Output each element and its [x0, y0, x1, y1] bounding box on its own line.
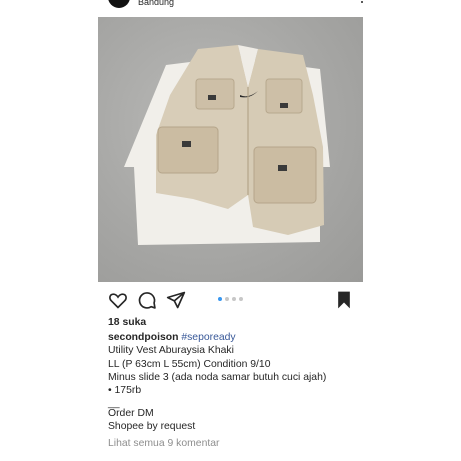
caption-line: • 175rb: [108, 385, 142, 397]
post-caption: 18 suka secondpoison #sepoready Utility …: [108, 316, 408, 450]
caption-line: Order DM: [108, 408, 154, 420]
vest-photo-illustration: [124, 45, 330, 245]
carousel-dot: [239, 297, 243, 301]
bookmark-icon[interactable]: [334, 290, 354, 310]
comment-icon[interactable]: [137, 290, 157, 310]
post-header: Bandung: [98, 0, 368, 14]
caption-line: Shopee by request: [108, 421, 196, 433]
carousel-dot: [225, 297, 229, 301]
carousel-dot: [232, 297, 236, 301]
caption-line: Utility Vest Aburaysia Khaki: [108, 345, 234, 357]
username[interactable]: secondpoison: [108, 332, 178, 343]
caption-line: Minus slide 3 (ada noda samar butuh cuci…: [108, 371, 327, 383]
view-comments-link[interactable]: Lihat semua 9 komentar: [108, 437, 408, 450]
carousel-indicator: [218, 297, 243, 302]
action-bar: [98, 288, 363, 310]
carousel-dot: [218, 297, 222, 301]
caption-header: secondpoison #sepoready: [108, 331, 408, 344]
more-options-icon[interactable]: [360, 0, 364, 8]
post-location[interactable]: Bandung: [138, 0, 174, 8]
share-icon[interactable]: [166, 290, 186, 310]
likes-count[interactable]: 18 suka: [108, 316, 408, 329]
post-photo[interactable]: [98, 17, 363, 282]
caption-line: LL (P 63cm L 55cm) Condition 9/10: [108, 358, 271, 370]
avatar[interactable]: [108, 0, 130, 8]
hashtag-link[interactable]: #sepoready: [181, 332, 235, 343]
heart-icon[interactable]: [108, 290, 128, 310]
